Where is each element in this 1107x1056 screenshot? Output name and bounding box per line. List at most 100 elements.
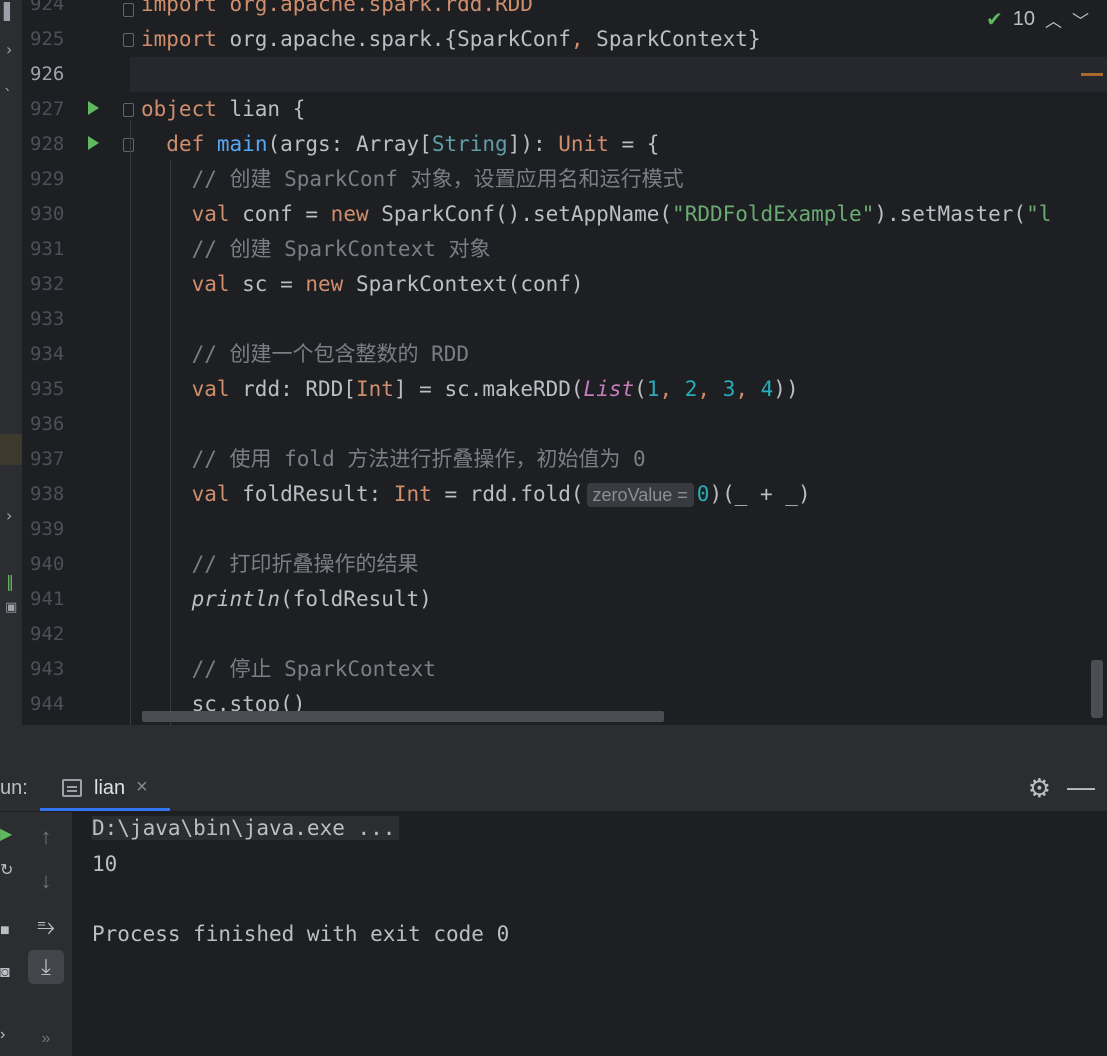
code-token: foldResult: [229, 482, 394, 506]
code-token: ).setMaster( [874, 202, 1027, 226]
code-token: = rdd.fold( [431, 482, 584, 506]
line-number: 940 [30, 553, 65, 575]
line-number: 928 [30, 133, 65, 155]
strip-chevron-icon[interactable]: ˎ [4, 72, 12, 91]
line-number: 924 [30, 0, 65, 15]
code-token: "RDDFoldExample" [672, 202, 875, 226]
fold-icon[interactable] [123, 103, 134, 117]
scroll-down-icon[interactable]: ↓ [28, 864, 64, 898]
code-line: val foldResult: Int = rdd.fold(zeroValue… [141, 477, 811, 512]
line-number: 929 [30, 168, 65, 190]
line-number: 926 [30, 63, 65, 85]
code-token: Int [355, 377, 394, 401]
code-line: // 使用 fold 方法进行折叠操作，初始值为 0 [141, 442, 646, 477]
tab-lian[interactable]: lian × [40, 767, 170, 811]
close-icon[interactable]: × [136, 776, 148, 799]
code-token: 0 [696, 482, 710, 506]
code-token: rdd: RDD[ [229, 377, 356, 401]
code-token: // 创建一个包含整数的 RDD [141, 342, 470, 366]
code-token: // 使用 fold 方法进行折叠操作，初始值为 0 [141, 447, 646, 471]
code-token: import [141, 27, 217, 51]
code-token: 2 [684, 377, 698, 401]
code-editor[interactable]: 924 925 926 927 928 929 930 931 932 933 934 935 936 9… [22, 0, 1107, 725]
indent-guide [130, 120, 131, 725]
code-token: (foldResult) [280, 587, 432, 611]
fold-icon[interactable] [123, 138, 134, 152]
inspection-widget[interactable]: ✔ 10 ︿ ﹀ [986, 7, 1089, 32]
line-number: 941 [30, 588, 65, 610]
chevron-down-icon[interactable]: ﹀ [1072, 7, 1089, 32]
scroll-to-end-icon[interactable]: ⤓ [28, 950, 64, 984]
code-token: lian { [216, 97, 306, 121]
run-object-icon[interactable] [88, 101, 99, 115]
strip-chevron-icon[interactable]: › [6, 40, 12, 59]
code-token: ( [634, 377, 647, 401]
console-command: D:\java\bin\java.exe ... [92, 816, 400, 840]
line-number: 939 [30, 518, 65, 540]
code-token: val [191, 482, 230, 506]
stop-icon[interactable]: ■ [0, 922, 10, 940]
fold-icon[interactable] [123, 3, 134, 17]
vertical-scrollbar[interactable] [1091, 660, 1103, 718]
fold-icon[interactable] [123, 33, 134, 47]
code-token: ] = sc.makeRDD( [393, 377, 584, 401]
wrench-icon[interactable]: ↻ [0, 860, 13, 880]
run-main-icon[interactable] [88, 136, 99, 150]
console-output: 10 [92, 852, 118, 876]
code-token: val [191, 272, 230, 296]
code-token: conf = [229, 202, 331, 226]
code-token: SparkConf().setAppName( [368, 202, 673, 226]
console-icon [62, 779, 82, 797]
code-token: , [659, 377, 685, 401]
more-icon[interactable]: » [28, 1022, 64, 1056]
expand-icon[interactable]: › [0, 1026, 5, 1044]
editor-gutter: 924 925 926 927 928 929 930 931 932 933 934 935 936 9… [22, 0, 130, 725]
code-token: // 打印折叠操作的结果 [141, 552, 419, 576]
minimize-icon[interactable]: — [1067, 771, 1095, 803]
strip-bar-icon: ‖ [6, 572, 14, 591]
line-number: 933 [30, 308, 65, 330]
run-side-strip: ▶ ↻ ■ ◙ › [0, 812, 16, 1056]
chevron-up-icon[interactable]: ︿ [1045, 7, 1062, 32]
camera-icon[interactable]: ◙ [0, 964, 10, 982]
code-token: SparkContext(conf) [343, 272, 584, 296]
code-line: val conf = new SparkConf().setAppName("R… [141, 197, 1052, 232]
tab-label: lian [94, 777, 126, 799]
line-number: 936 [30, 413, 65, 435]
line-number: 932 [30, 273, 65, 295]
panel-separator[interactable] [0, 725, 1107, 767]
gear-icon[interactable]: ⚙ [1028, 773, 1051, 804]
line-number: 931 [30, 238, 65, 260]
code-line: println(foldResult) [141, 582, 432, 617]
code-line: def main(args: Array[String]): Unit = { [141, 127, 659, 162]
strip-marker-icon: ▌ [4, 2, 17, 21]
soft-wrap-icon[interactable]: ⥱ [28, 910, 64, 944]
code-token: new [330, 202, 369, 226]
code-token: )) [773, 377, 799, 401]
rerun-icon[interactable]: ▶ [0, 824, 12, 844]
code-token: Int [393, 482, 432, 506]
left-tool-strip: ▌ › ˎ › ‖ ▣ [0, 0, 22, 768]
code-token: sc = [229, 272, 306, 296]
code-line: val sc = new SparkContext(conf) [141, 267, 584, 302]
code-line: val rdd: RDD[Int] = sc.makeRDD(List(1, 2… [141, 372, 799, 407]
indent-guide [170, 160, 171, 725]
code-token: (args: Array[ [267, 132, 432, 156]
line-number: 944 [30, 693, 65, 715]
horizontal-scrollbar[interactable] [142, 711, 664, 722]
run-panel-header: un: lian × ⚙ — [0, 767, 1107, 812]
strip-chevron-icon[interactable]: › [6, 506, 12, 525]
bookmark-marker [0, 434, 22, 465]
code-token: List [583, 377, 635, 401]
line-number: 935 [30, 378, 65, 400]
scroll-up-icon[interactable]: ↑ [28, 820, 64, 854]
run-console[interactable]: ▶ ↻ ■ ◙ › ↑ ↓ ⥱ ⤓ » D:\java\bin\java.exe… [0, 812, 1107, 1056]
console-exit-message: Process finished with exit code 0 [92, 922, 510, 946]
code-token: println [191, 587, 281, 611]
code-token: 1 [646, 377, 660, 401]
code-token: object [141, 97, 217, 121]
